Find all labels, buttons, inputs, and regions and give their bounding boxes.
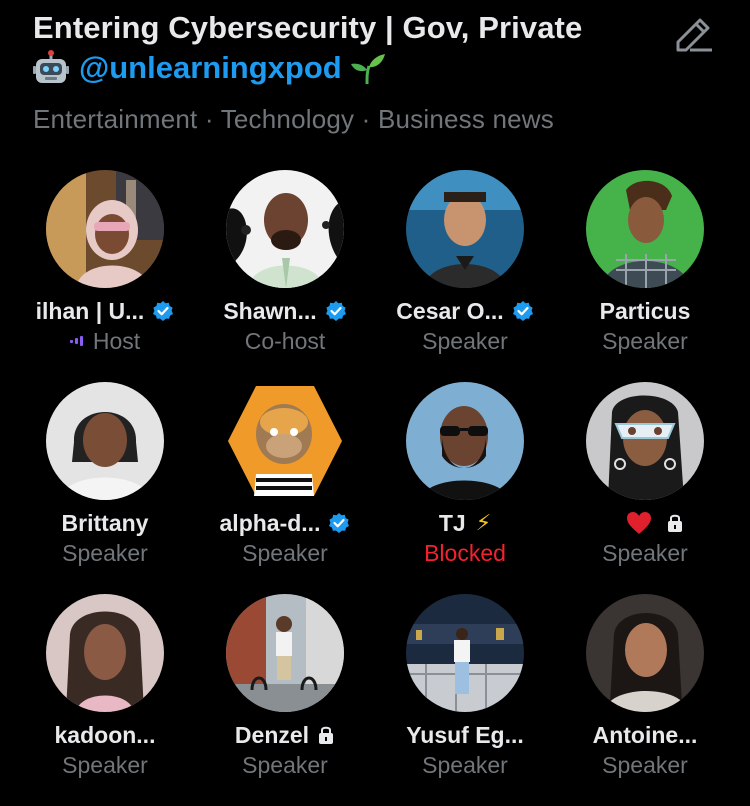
avatar[interactable] xyxy=(46,170,164,288)
participants-grid: ilhan | U... Host Shawn... Co-host Cesar… xyxy=(15,170,735,806)
participant-name: Antoine... xyxy=(592,721,698,748)
avatar[interactable] xyxy=(226,170,344,288)
participant-role-row: Blocked xyxy=(424,538,506,568)
participant-role: Speaker xyxy=(602,751,688,778)
participant-name-row: Particus xyxy=(600,296,691,326)
participant-role: Speaker xyxy=(62,751,148,778)
participant-role: Speaker xyxy=(242,751,328,778)
participant-name: TJ xyxy=(438,509,466,536)
participant-card[interactable]: Yusuf Eg... Speaker xyxy=(375,594,555,806)
participant-name: Cesar O... xyxy=(396,297,504,324)
participant-role-blocked: Blocked xyxy=(424,539,506,566)
speaking-indicator-icon xyxy=(69,336,85,346)
participant-role: Host xyxy=(92,327,141,354)
participant-card[interactable]: Shawn... Co-host xyxy=(195,170,375,382)
participant-card[interactable]: TJ ⚡ Blocked xyxy=(375,382,555,594)
participant-name-row: alpha-d... xyxy=(220,508,351,538)
participant-name: kadoon... xyxy=(54,721,156,748)
verified-badge-icon xyxy=(512,301,533,321)
space-topics: Entertainment · Technology · Business ne… xyxy=(33,104,554,134)
avatar[interactable] xyxy=(406,382,524,500)
participant-name: Denzel xyxy=(234,721,310,748)
participant-role-row: Speaker xyxy=(62,538,148,568)
participant-role-row: Co-host xyxy=(245,326,326,356)
participant-role: Speaker xyxy=(422,327,508,354)
participant-name-row: Yusuf Eg... xyxy=(406,720,524,750)
space-title: Entering Cybersecurity | Gov, Private xyxy=(33,10,583,45)
participant-card[interactable]: Particus Speaker xyxy=(555,170,735,382)
participant-role: Speaker xyxy=(62,539,148,566)
participant-name-row xyxy=(606,508,684,538)
participant-role-row: Speaker xyxy=(62,750,148,780)
participant-role-row: Speaker xyxy=(242,538,328,568)
participant-card[interactable]: kadoon... Speaker xyxy=(15,594,195,806)
participant-name: Particus xyxy=(599,297,691,324)
participant-name: Brittany xyxy=(61,509,149,536)
seedling-emoji-icon xyxy=(350,54,385,85)
pencil-icon[interactable] xyxy=(672,12,716,56)
participant-role-row: Speaker xyxy=(422,326,508,356)
lightning-emoji-icon: ⚡ xyxy=(475,510,492,535)
verified-badge-icon xyxy=(153,301,174,321)
verified-badge-icon xyxy=(325,301,346,321)
host-handle-line: @unlearningxpod xyxy=(33,48,683,88)
avatar[interactable] xyxy=(586,382,704,500)
participant-role: Speaker xyxy=(242,539,328,566)
participant-name: ilhan | U... xyxy=(35,297,145,324)
participant-role-row: Speaker xyxy=(602,538,688,568)
participant-card[interactable]: Denzel Speaker xyxy=(195,594,375,806)
participant-name-row: Shawn... xyxy=(223,296,346,326)
lock-icon xyxy=(319,726,334,744)
avatar[interactable] xyxy=(46,382,164,500)
avatar[interactable] xyxy=(586,594,704,712)
participant-name-row: TJ ⚡ xyxy=(439,508,491,538)
participant-role-row: Speaker xyxy=(422,750,508,780)
participant-card[interactable]: Cesar O... Speaker xyxy=(375,170,555,382)
red-heart-emoji-icon xyxy=(627,512,651,534)
participant-name: alpha-d... xyxy=(219,509,321,536)
avatar[interactable] xyxy=(46,594,164,712)
participant-role-row: Speaker xyxy=(242,750,328,780)
participant-name-row: Denzel xyxy=(235,720,335,750)
participant-name-row: Cesar O... xyxy=(396,296,533,326)
avatar[interactable] xyxy=(586,170,704,288)
participant-role: Speaker xyxy=(602,327,688,354)
avatar[interactable] xyxy=(406,170,524,288)
participant-name-row: ilhan | U... xyxy=(36,296,175,326)
avatar[interactable] xyxy=(226,594,344,712)
space-header: Entering Cybersecurity | Gov, Private @u… xyxy=(33,8,683,135)
participant-card[interactable]: Antoine... Speaker xyxy=(555,594,735,806)
robot-emoji-icon xyxy=(33,50,69,83)
participant-role-row: Host xyxy=(69,326,141,356)
participant-role-row: Speaker xyxy=(602,326,688,356)
participant-name: Yusuf Eg... xyxy=(406,721,524,748)
participant-card[interactable]: Brittany Speaker xyxy=(15,382,195,594)
host-handle-link[interactable]: @unlearningxpod xyxy=(79,48,342,88)
participant-card[interactable]: ilhan | U... Host xyxy=(15,170,195,382)
participant-card[interactable]: Speaker xyxy=(555,382,735,594)
lock-icon xyxy=(668,514,682,532)
participant-card[interactable]: alpha-d... Speaker xyxy=(195,382,375,594)
participant-role: Speaker xyxy=(422,751,508,778)
participant-role-row: Speaker xyxy=(602,750,688,780)
participant-name: Shawn... xyxy=(223,297,317,324)
avatar[interactable] xyxy=(406,594,524,712)
participant-name-row: Antoine... xyxy=(593,720,698,750)
verified-badge-icon xyxy=(329,513,350,533)
participant-role: Speaker xyxy=(602,539,688,566)
avatar[interactable] xyxy=(226,382,344,500)
participant-name-row: Brittany xyxy=(62,508,149,538)
participant-role: Co-host xyxy=(244,327,326,354)
participant-name-row: kadoon... xyxy=(55,720,156,750)
